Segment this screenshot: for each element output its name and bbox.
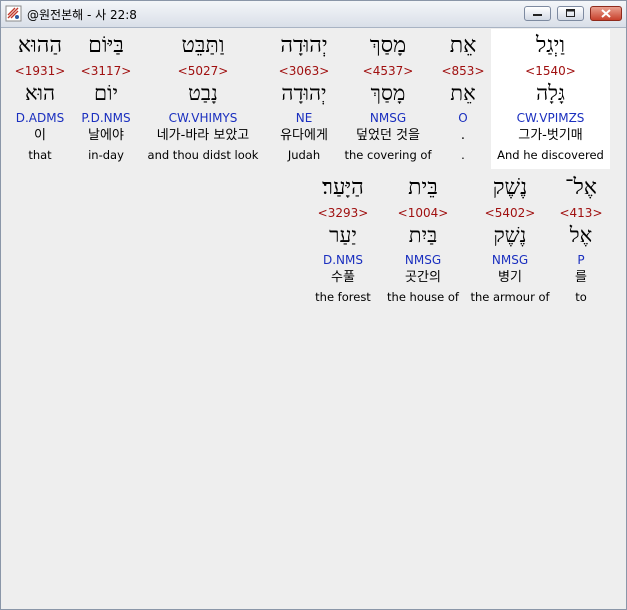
word-cell[interactable]: אֵת <853> אֵת O . . (433, 28, 493, 168)
korean-gloss: 이 (34, 128, 46, 143)
word-cell[interactable]: נֶשֶׁק <5402> נֶשֶׁק NMSG 병기 the armour … (467, 170, 553, 310)
korean-gloss: 날에야 (88, 128, 124, 143)
strong-number[interactable]: <1931> (9, 64, 71, 78)
hebrew-word: הַהוּא (17, 33, 63, 58)
english-gloss: And he discovered (497, 148, 604, 162)
english-gloss: the forest (315, 290, 371, 304)
word-cell[interactable]: וַתַּבֵּט <5027> נָבַט CW.VHIMYS 네가-바라 보… (143, 28, 263, 168)
hebrew-lemma: יוֹם (94, 81, 118, 105)
hebrew-lemma: יְהוּדָה (281, 81, 327, 105)
strong-number[interactable]: <5402> (467, 206, 553, 220)
word-cell[interactable]: בֵּית <1004> בַּיִת NMSG 곳간의 the house o… (381, 170, 465, 310)
hebrew-lemma: גָּלָה (536, 81, 565, 105)
maximize-button[interactable] (557, 6, 584, 21)
english-gloss: Judah (287, 148, 321, 162)
hebrew-lemma: הוּא (24, 81, 56, 105)
korean-gloss: 덮었던 것을 (356, 128, 420, 143)
strong-number[interactable]: <1004> (381, 206, 465, 220)
hebrew-lemma: נָבַט (188, 81, 218, 105)
strong-number[interactable]: <3063> (267, 64, 341, 78)
parsing-code: NE (295, 111, 313, 125)
strong-number[interactable]: <1540> (493, 64, 608, 78)
korean-gloss: 곳간의 (405, 270, 441, 285)
hebrew-lemma: יַעַר (329, 223, 357, 247)
hebrew-word: אֶל־ (565, 175, 597, 200)
hebrew-word: יְהוּדָה (280, 33, 328, 58)
strong-number[interactable]: <3117> (75, 64, 137, 78)
parsing-code: O (458, 111, 468, 125)
strong-number[interactable]: <413> (553, 206, 609, 220)
hebrew-lemma: נֶשֶׁק (493, 223, 527, 247)
hebrew-word: בֵּית (408, 175, 438, 200)
english-gloss: and thou didst look (147, 148, 259, 162)
hebrew-word: נֶשֶׁק (492, 175, 528, 200)
parsing-code: CW.VHIMYS (168, 111, 238, 125)
window-title: @원전본해 - 사 22:8 (27, 8, 137, 22)
parsing-code: NMSG (404, 253, 442, 267)
hebrew-lemma: מָסַךְ (370, 81, 406, 105)
korean-gloss: 병기 (498, 270, 522, 285)
english-gloss: that (28, 148, 52, 162)
hebrew-word: וַיְגַל (536, 33, 565, 58)
word-cell[interactable]: בַּיּוֹם <3117> יוֹם P.D.NMS 날에야 in-day (75, 28, 137, 168)
word-cell[interactable]: הַהוּא <1931> הוּא D.ADMS 이 that (9, 28, 71, 168)
parsing-code: NMSG (491, 253, 529, 267)
hebrew-lemma: בַּיִת (408, 223, 438, 247)
hebrew-lemma: אֵת (450, 81, 476, 105)
word-cell[interactable]: הַיָּעַר׃ <3293> יַעַר D.NMS 수풀 the fore… (307, 170, 379, 310)
korean-gloss: 수풀 (331, 270, 355, 285)
parsing-code: CW.VPIMZS (516, 111, 585, 125)
close-icon (601, 9, 611, 18)
maximize-icon (566, 9, 575, 17)
strong-number[interactable]: <5027> (143, 64, 263, 78)
strong-number[interactable]: <853> (433, 64, 493, 78)
english-gloss: in-day (88, 148, 124, 162)
english-gloss: the covering of (344, 148, 432, 162)
close-button[interactable] (590, 6, 622, 21)
word-cell[interactable]: מָסַךְ <4537> מָסַךְ NMSG 덮었던 것을 the cov… (343, 28, 433, 168)
english-gloss: the armour of (470, 290, 550, 304)
parsing-code: D.ADMS (15, 111, 65, 125)
minimize-button[interactable] (524, 6, 551, 21)
word-cell[interactable]: אֶל־ <413> אֶל P 를 to (553, 170, 609, 310)
english-gloss: the house of (387, 290, 459, 304)
hebrew-lemma: אֶל (569, 223, 593, 247)
strong-number[interactable]: <3293> (307, 206, 379, 220)
word-cell[interactable]: וַיְגַל <1540> גָּלָה CW.VPIMZS 그가-벗기매 A… (493, 28, 608, 168)
hebrew-word: הַיָּעַר׃ (322, 175, 364, 200)
bible-app-icon (5, 5, 22, 22)
parsing-code: NMSG (369, 111, 407, 125)
hebrew-word: וַתַּבֵּט (181, 33, 225, 58)
word-cell[interactable]: יְהוּדָה <3063> יְהוּדָה NE 유다에게 Judah (267, 28, 341, 168)
korean-gloss: 네가-바라 보았고 (156, 128, 250, 143)
hebrew-word: בַּיּוֹם (88, 33, 124, 58)
title-bar[interactable]: @원전본해 - 사 22:8 (1, 1, 626, 28)
hebrew-word: אֵת (449, 33, 477, 58)
parsing-code: P.D.NMS (81, 111, 131, 125)
english-gloss: to (575, 290, 587, 304)
korean-gloss: 유다에게 (280, 128, 328, 143)
minimize-icon (533, 14, 542, 16)
parsing-code: P (577, 253, 585, 267)
english-gloss: . (461, 148, 465, 162)
strong-number[interactable]: <4537> (343, 64, 433, 78)
app-window: @원전본해 - 사 22:8 וַיְגַל <1540> גָּלָה CW.… (0, 0, 627, 610)
korean-gloss: 그가-벗기매 (518, 128, 583, 143)
korean-gloss: . (460, 128, 466, 143)
parsing-code: D.NMS (322, 253, 363, 267)
hebrew-word: מָסַךְ (369, 33, 407, 58)
interlinear-view[interactable]: וַיְגַל <1540> גָּלָה CW.VPIMZS 그가-벗기매 A… (1, 28, 626, 609)
korean-gloss: 를 (575, 270, 587, 285)
